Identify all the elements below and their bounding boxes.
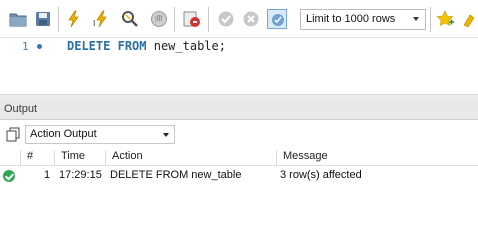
toolbar-separator [58,7,59,32]
commit-check-icon[interactable] [216,9,236,29]
table-row[interactable]: 1 17:29:15 DELETE FROM new_table 3 row(s… [0,166,478,186]
row-action: DELETE FROM new_table [110,169,242,181]
toggle-error-stop-icon[interactable] [182,9,202,29]
limit-rows-select[interactable]: Limit to 1000 rows [300,9,426,30]
explain-magnifier-icon[interactable] [120,9,140,29]
stop-icon[interactable] [149,9,169,29]
line-number: 1 [22,40,29,53]
column-header-time[interactable]: Time [54,150,104,165]
statement-marker-icon [37,44,42,49]
copy-icon[interactable] [5,126,21,142]
sql-keyword-from: FROM [117,39,147,53]
open-folder-icon[interactable] [8,9,28,29]
action-output-grid: # Time Action Message 1 17:29:15 DELETE … [0,147,478,222]
svg-text:I: I [93,19,95,28]
output-toolbar: Action Output [0,121,478,147]
success-check-icon [3,170,15,182]
sql-keyword-delete: DELETE [67,39,111,53]
query-toolbar: I Limit to 1000 rows [0,0,478,38]
rollback-cancel-icon[interactable] [241,9,261,29]
output-panel-header: Output [0,100,478,120]
save-icon[interactable] [33,9,53,29]
output-view-select[interactable]: Action Output [25,125,175,144]
execute-cursor-lightning-icon[interactable]: I [91,9,111,29]
row-number: 1 [44,169,51,181]
row-time: 17:29:15 [59,169,102,181]
toolbar-separator [174,7,175,32]
column-header-number[interactable]: # [20,150,52,165]
autocommit-toggle-icon[interactable] [267,9,287,29]
sql-table-name: new_table; [153,39,226,53]
add-bookmark-star-icon[interactable] [435,9,455,29]
grid-header: # Time Action Message [0,147,478,166]
chevron-down-icon [163,133,169,137]
execute-lightning-icon[interactable] [64,9,84,29]
toolbar-separator [430,7,431,32]
limit-rows-label: Limit to 1000 rows [306,13,396,25]
output-title: Output [4,103,38,115]
column-header-action[interactable]: Action [105,150,275,165]
beautify-brush-icon[interactable] [460,9,478,29]
chevron-down-icon [413,17,419,21]
sql-editor[interactable]: 1 DELETE FROM new_table; [0,38,478,94]
output-view-label: Action Output [30,128,97,140]
toolbar-separator [208,7,209,32]
column-header-message[interactable]: Message [276,150,476,165]
sql-statement[interactable]: DELETE FROM new_table; [67,39,226,53]
row-message: 3 row(s) affected [280,169,362,181]
